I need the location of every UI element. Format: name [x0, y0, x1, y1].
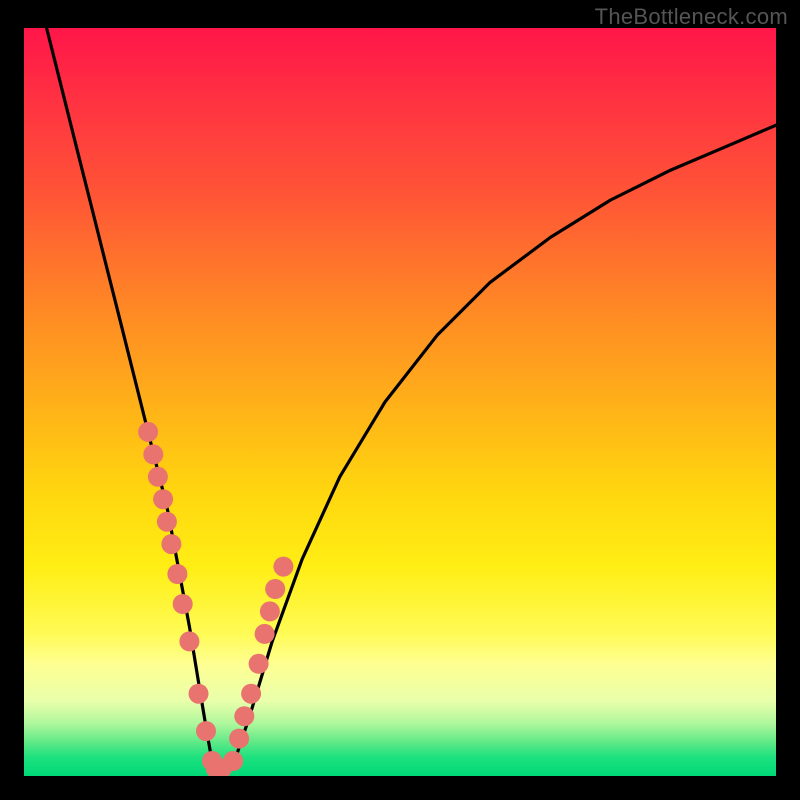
marker-dot	[229, 729, 249, 749]
marker-dot	[138, 422, 158, 442]
marker-dot	[143, 444, 163, 464]
marker-dot	[148, 467, 168, 487]
marker-dot	[265, 579, 285, 599]
marker-dot	[189, 684, 209, 704]
marker-dot	[153, 489, 173, 509]
bottleneck-curve	[47, 28, 776, 776]
curve-svg	[24, 28, 776, 776]
marker-dot	[241, 684, 261, 704]
marker-group	[138, 422, 293, 776]
chart-frame: TheBottleneck.com	[0, 0, 800, 800]
marker-dot	[273, 557, 293, 577]
marker-dot	[255, 624, 275, 644]
marker-dot	[179, 631, 199, 651]
marker-dot	[173, 594, 193, 614]
marker-dot	[196, 721, 216, 741]
marker-dot	[157, 512, 177, 532]
marker-dot	[223, 751, 243, 771]
marker-dot	[167, 564, 187, 584]
marker-dot	[161, 534, 181, 554]
marker-dot	[260, 601, 280, 621]
plot-area	[24, 28, 776, 776]
watermark-text: TheBottleneck.com	[595, 4, 788, 30]
marker-dot	[249, 654, 269, 674]
marker-dot	[234, 706, 254, 726]
